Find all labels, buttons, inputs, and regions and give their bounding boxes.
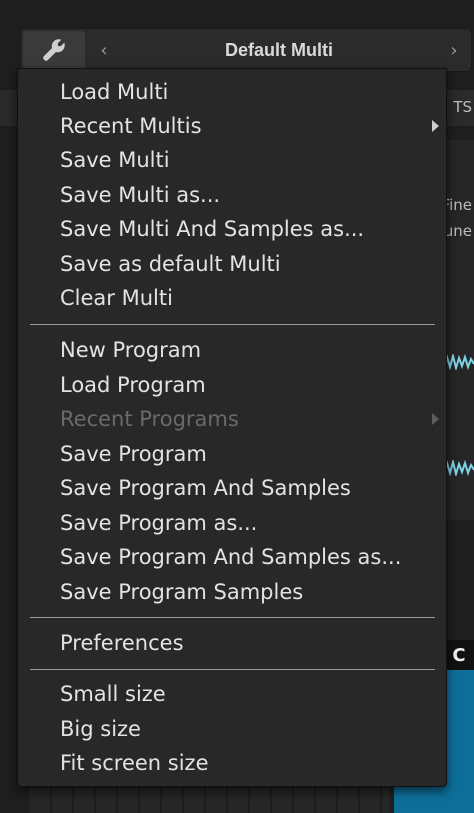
background-waveform-2 — [444, 460, 474, 476]
menu-item-fit-screen-size[interactable]: Fit screen size — [60, 746, 209, 780]
menu-item-recent-programs: Recent Programs — [60, 407, 239, 431]
menu-item-save-program-samples[interactable]: Save Program Samples — [60, 575, 303, 609]
background-tune-label: une — [443, 222, 472, 240]
menu-item-save-program-as[interactable]: Save Program as... — [60, 506, 257, 540]
menu-item-big-size[interactable]: Big size — [60, 712, 141, 746]
menu-item-clear-multi[interactable]: Clear Multi — [60, 281, 173, 315]
menu-item-save-multi-and-samples-as[interactable]: Save Multi And Samples as... — [60, 212, 364, 246]
next-multi-button[interactable]: › — [441, 40, 467, 61]
menu-separator — [30, 617, 435, 618]
chevron-right-icon — [432, 413, 439, 425]
menu-item-save-program[interactable]: Save Program — [60, 437, 207, 471]
multi-header: ‹ Default Multi › — [20, 28, 472, 72]
menu-item-load-multi[interactable]: Load Multi — [60, 75, 168, 109]
background-tab-label: TS — [453, 98, 472, 116]
menu-item-recent-multis[interactable]: Recent Multis — [60, 109, 202, 143]
wrench-icon — [43, 39, 65, 61]
menu-item-save-multi-as[interactable]: Save Multi as... — [60, 178, 220, 212]
menu-separator — [30, 324, 435, 325]
menu-item-load-program[interactable]: Load Program — [60, 368, 206, 402]
chevron-right-icon — [432, 120, 439, 132]
menu-item-save-multi[interactable]: Save Multi — [60, 143, 170, 177]
wrench-dropdown-menu: Load Multi Recent Multis Save Multi Save… — [17, 68, 447, 787]
menu-item-preferences[interactable]: Preferences — [60, 626, 184, 660]
menu-item-save-program-and-samples[interactable]: Save Program And Samples — [60, 471, 351, 505]
menu-item-small-size[interactable]: Small size — [60, 677, 166, 711]
background-waveform-1 — [444, 354, 474, 370]
wrench-menu-button[interactable] — [23, 31, 85, 69]
multi-title: Default Multi — [225, 39, 333, 60]
menu-item-new-program[interactable]: New Program — [60, 333, 201, 367]
menu-item-save-program-and-samples-as[interactable]: Save Program And Samples as... — [60, 540, 401, 574]
menu-item-save-as-default-multi[interactable]: Save as default Multi — [60, 247, 281, 281]
previous-multi-button[interactable]: ‹ — [91, 40, 117, 61]
background-label: C — [444, 640, 474, 670]
menu-separator — [30, 669, 435, 670]
